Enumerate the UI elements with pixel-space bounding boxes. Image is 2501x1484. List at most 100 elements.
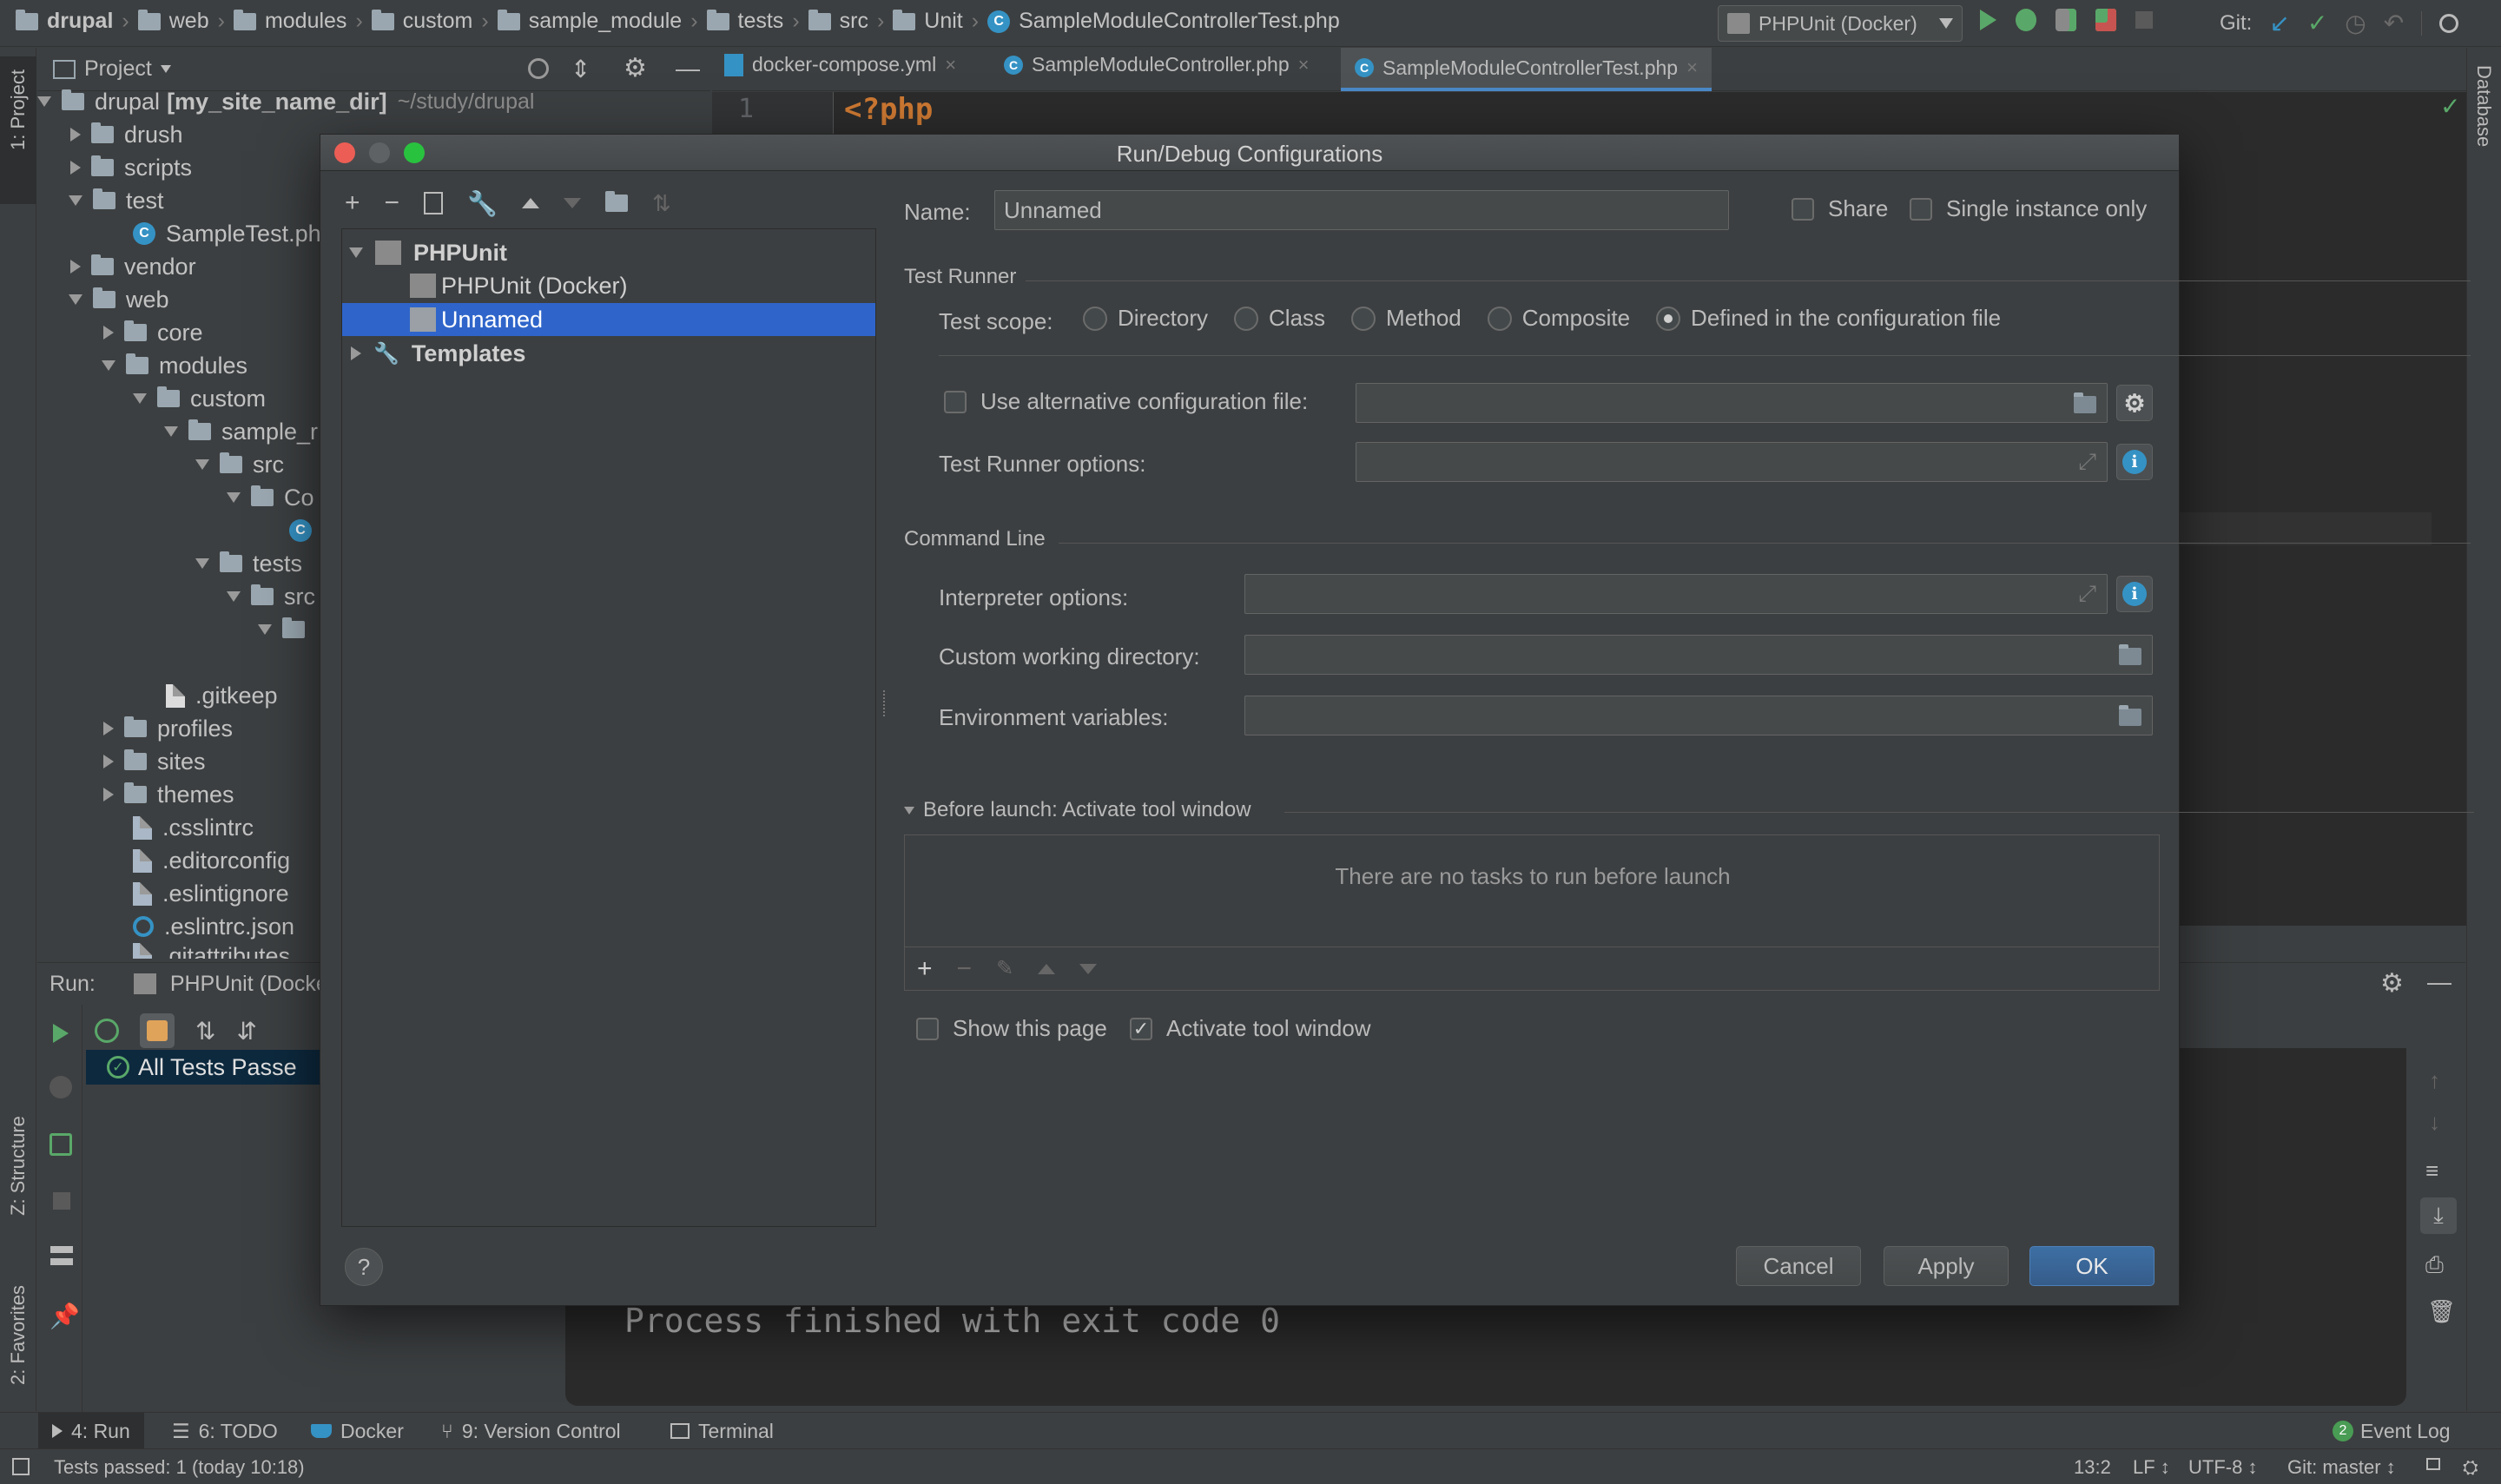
scroll-to-end-icon[interactable]: ⤓ (2420, 1197, 2457, 1234)
up-arrow-icon[interactable]: ↑ (2429, 1067, 2440, 1094)
test-result-row[interactable]: ✓ All Tests Passe (86, 1050, 355, 1085)
breadcrumb-unit[interactable]: Unit (924, 9, 962, 34)
layout-icon[interactable] (50, 1246, 73, 1265)
search-icon[interactable] (2439, 13, 2459, 33)
breadcrumb-web[interactable]: web (169, 9, 209, 34)
minimize-icon[interactable]: — (676, 55, 700, 82)
breadcrumb-tests[interactable]: tests (738, 9, 784, 34)
sort-duration-icon[interactable]: ⇵ (236, 1017, 256, 1045)
move-down-icon[interactable] (1079, 963, 1098, 974)
interpreter-options-info-button[interactable]: i (2116, 576, 2153, 612)
browse-folder-icon[interactable] (2119, 644, 2141, 665)
show-ignored-icon[interactable] (140, 1013, 175, 1048)
favorites-tool-label[interactable]: 2: Favorites (7, 1285, 30, 1385)
line-separator[interactable]: LF ↕ (2133, 1456, 2170, 1479)
stop-icon[interactable] (2135, 11, 2153, 29)
alt-config-settings-button[interactable]: ⚙ (2116, 385, 2153, 421)
structure-tool-label[interactable]: Z: Structure (7, 1116, 30, 1216)
move-down-icon[interactable] (563, 198, 581, 208)
coverage-icon[interactable] (2056, 9, 2076, 31)
tree-item-web[interactable]: web (69, 283, 169, 316)
tree-item-custom[interactable]: custom (133, 382, 266, 415)
apply-button[interactable]: Apply (1884, 1246, 2009, 1286)
caret-position[interactable]: 13:2 (2074, 1456, 2111, 1479)
tab-docker[interactable]: Docker (311, 1413, 404, 1449)
tree-root[interactable]: drupal [my_site_name_dir] ~/study/drupal (37, 85, 534, 118)
tree-item-src[interactable]: src (195, 448, 284, 481)
breadcrumb-file[interactable]: SampleModuleControllerTest.php (1019, 9, 1340, 34)
single-instance-checkbox[interactable]: Single instance only (1910, 195, 2147, 222)
tab-version-control[interactable]: ⑂ 9: Version Control (441, 1413, 621, 1449)
add-icon[interactable]: + (917, 954, 933, 984)
working-dir-field[interactable] (1244, 635, 2153, 675)
tree-item-sampletest[interactable]: C SampleTest.ph (133, 217, 321, 250)
remove-icon[interactable]: − (385, 188, 400, 218)
run-config-selector[interactable]: PHPUnit (Docker) (1718, 5, 1963, 42)
breadcrumb-modules[interactable]: modules (265, 9, 347, 34)
tree-item-modules[interactable]: modules (102, 349, 247, 382)
rerun-failed-icon[interactable] (49, 1076, 72, 1098)
alt-config-checkbox[interactable]: Use alternative configuration file: (944, 388, 1308, 415)
close-icon[interactable]: × (1298, 54, 1310, 76)
file-encoding[interactable]: UTF-8 ↕ (2188, 1456, 2257, 1479)
update-project-icon[interactable]: ↙ (2269, 9, 2289, 37)
runner-options-info-button[interactable]: i (2116, 444, 2153, 480)
copy-icon[interactable] (424, 192, 444, 214)
sort-icon[interactable]: ⇅ (652, 190, 671, 217)
chevron-down-icon[interactable] (160, 65, 171, 73)
collapse-all-icon[interactable]: ⇕ (571, 55, 591, 83)
tree-item-sample-module[interactable]: sample_r (164, 415, 318, 448)
run-icon[interactable] (1980, 10, 1996, 30)
tree-item-eslintignore[interactable]: .eslintignore (133, 877, 289, 910)
tree-item-vendor[interactable]: vendor (70, 250, 196, 283)
breadcrumb-src[interactable]: src (840, 9, 868, 34)
add-icon[interactable]: + (345, 188, 360, 218)
tab-controller-test[interactable]: C SampleModuleControllerTest.php × (1341, 48, 1712, 91)
tree-item-tests-src[interactable]: src (227, 580, 315, 613)
tree-item-profiles[interactable]: profiles (103, 712, 233, 745)
name-input[interactable] (994, 190, 1729, 230)
tab-todo[interactable]: ☰ 6: TODO (172, 1413, 278, 1449)
soft-wrap-icon[interactable]: ≡ (2425, 1158, 2438, 1184)
radio-method[interactable] (1351, 306, 1376, 331)
database-tool-label[interactable]: Database (2472, 65, 2495, 147)
breadcrumb-custom[interactable]: custom (403, 9, 473, 34)
tab-controller[interactable]: C SampleModuleController.php × (1004, 53, 1309, 76)
toggle-auto-test-icon[interactable] (49, 1133, 72, 1156)
radio-directory[interactable] (1083, 306, 1107, 331)
expand-icon[interactable]: ⤢ (2078, 448, 2096, 476)
tree-item-unit[interactable] (258, 613, 305, 646)
status-toggle-icon[interactable] (12, 1458, 30, 1475)
minimize-icon[interactable]: — (2427, 968, 2452, 996)
trash-icon[interactable]: 🗑 (2427, 1298, 2456, 1325)
radio-defined-in-config[interactable] (1656, 306, 1681, 331)
gear-icon[interactable]: ⚙ (624, 53, 647, 83)
tree-item-controller-file[interactable]: C (289, 514, 312, 547)
tab-docker-compose[interactable]: docker-compose.yml × (724, 53, 956, 76)
memory-indicator-icon[interactable]: ⛭ (2463, 1456, 2478, 1479)
project-panel-title[interactable]: Project (84, 56, 152, 82)
alt-config-field[interactable] (1356, 383, 2108, 423)
lock-icon[interactable] (2426, 1458, 2440, 1470)
cancel-button[interactable]: Cancel (1736, 1246, 1861, 1286)
tree-item-gitkeep[interactable]: .gitkeep (166, 679, 278, 712)
tree-item-themes[interactable]: themes (103, 778, 234, 811)
tab-terminal[interactable]: Terminal (670, 1413, 774, 1449)
radio-class[interactable] (1234, 306, 1259, 331)
breadcrumb-sample-module[interactable]: sample_module (529, 9, 683, 34)
tree-item-drush[interactable]: drush (70, 118, 183, 151)
print-icon[interactable]: ⎙ (2425, 1251, 2444, 1279)
git-branch[interactable]: Git: master ↕ (2287, 1456, 2396, 1479)
close-icon[interactable]: × (1686, 56, 1698, 79)
tree-item-tests[interactable]: tests (195, 547, 302, 580)
tree-item-scripts[interactable]: scripts (70, 151, 192, 184)
tree-item-gitattributes[interactable]: .gitattributes (133, 943, 290, 959)
before-launch-header[interactable]: Before launch: Activate tool window (904, 798, 1251, 822)
checkbox[interactable] (1910, 197, 1932, 221)
tree-item-eslintrc[interactable]: .eslintrc.json (133, 910, 294, 943)
browse-folder-icon[interactable] (2119, 705, 2141, 726)
browse-folder-icon[interactable] (2074, 392, 2096, 413)
tree-group-templates[interactable]: 🔧 Templates (351, 337, 525, 370)
wrench-icon[interactable]: 🔧 (467, 189, 498, 218)
run-tab-label[interactable]: PHPUnit (Docke (170, 972, 328, 997)
